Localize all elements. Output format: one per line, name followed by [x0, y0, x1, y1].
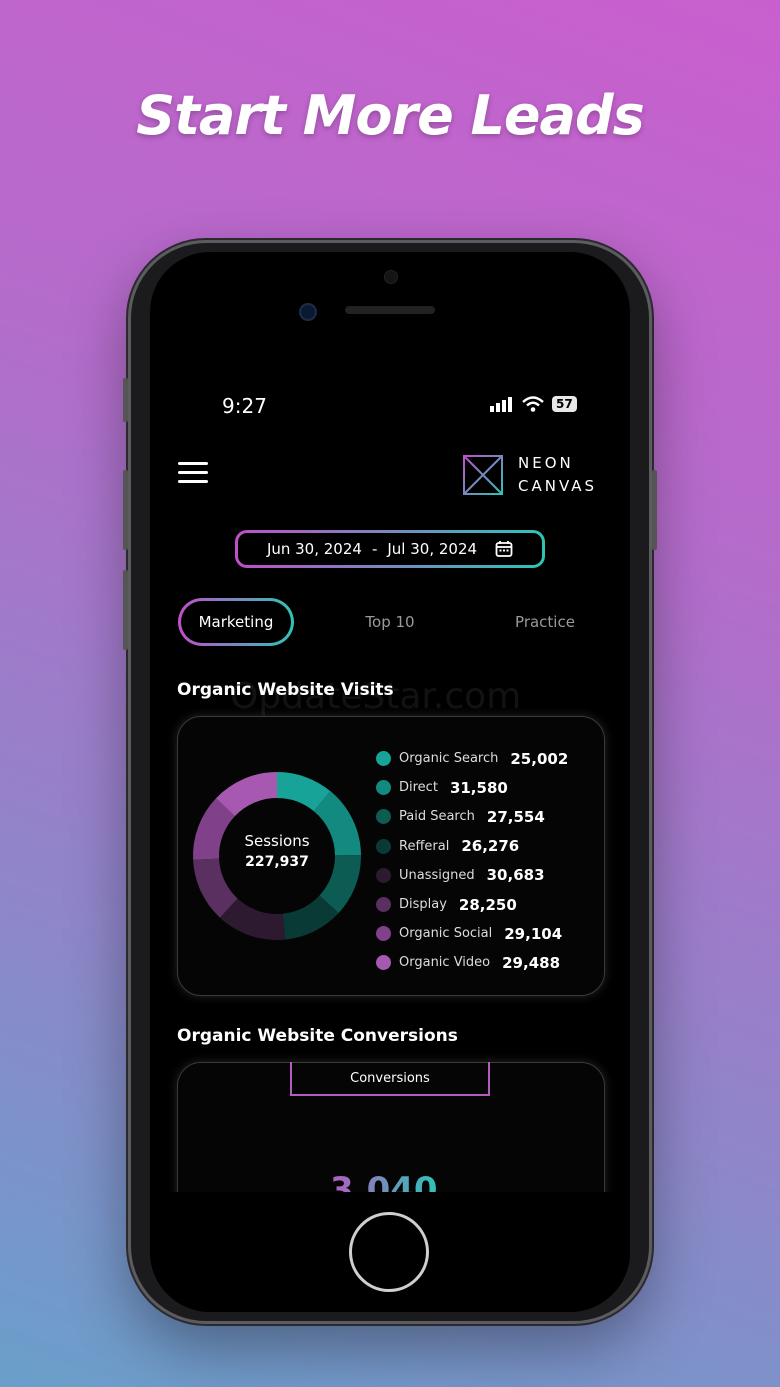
tab-practice[interactable]: Practice — [495, 598, 595, 646]
battery-icon: 57 — [552, 396, 577, 412]
proximity-sensor — [384, 270, 398, 284]
legend-item: Display 28,250 — [376, 890, 568, 919]
date-start: Jun 30, 2024 — [266, 540, 362, 558]
legend-value: 29,104 — [504, 924, 563, 943]
legend-dot — [376, 838, 391, 854]
sessions-total: 227,937 — [245, 854, 309, 870]
status-icons: 57 — [490, 396, 577, 412]
volume-up-button — [123, 470, 128, 550]
conversions-tab[interactable]: Conversions — [290, 1062, 490, 1096]
legend-label: Organic Video — [399, 955, 491, 971]
legend-item: Organic Search 25,002 — [376, 744, 568, 773]
legend-value: 29,488 — [502, 953, 561, 972]
legend-item: Direct 31,580 — [376, 773, 568, 802]
home-button[interactable] — [349, 1212, 429, 1292]
status-time: 9:27 — [222, 394, 267, 418]
tab-marketing[interactable]: Marketing — [178, 598, 294, 646]
mute-switch — [123, 378, 128, 422]
watermark: OpdateStar.com — [230, 676, 522, 717]
volume-down-button — [123, 570, 128, 650]
legend-value: 25,002 — [510, 749, 569, 768]
brand-line-1: NEON — [518, 454, 574, 472]
legend-label: Organic Search — [399, 751, 499, 767]
date-separator: - — [371, 540, 378, 558]
headline: Start More Leads — [136, 84, 645, 147]
legend-value: 31,580 — [449, 778, 508, 797]
earpiece-speaker — [345, 306, 435, 314]
legend-dot — [376, 867, 391, 883]
legend-item: Organic Video 29,488 — [376, 948, 568, 977]
legend-label: Refferal — [399, 838, 450, 854]
legend-item: Unassigned 30,683 — [376, 861, 568, 890]
legend-dot — [376, 809, 391, 825]
signal-icon — [490, 397, 512, 412]
legend-dot — [376, 751, 391, 767]
brand-logo: NEON CANVAS — [462, 452, 597, 498]
legend-label: Display — [399, 897, 447, 913]
legend-item: Refferal 26,276 — [376, 832, 568, 861]
hamburger-menu-icon[interactable] — [178, 462, 208, 484]
tab-top-10[interactable]: Top 10 — [340, 598, 440, 646]
date-range-picker[interactable]: Jun 30, 2024 - Jul 30, 2024 — [235, 530, 545, 568]
legend-value: 30,683 — [486, 866, 545, 885]
legend-value: 26,276 — [461, 837, 520, 856]
legend-label: Paid Search — [399, 809, 475, 825]
visits-legend: Organic Search 25,002 Direct 31,580 Paid S… — [376, 744, 568, 978]
legend-label: Organic Social — [399, 926, 493, 942]
legend-dot — [376, 780, 391, 796]
neon-canvas-logo-icon — [463, 455, 503, 495]
legend-dot — [376, 926, 391, 942]
conversions-section-title: Organic Website Conversions — [177, 1026, 458, 1046]
legend-dot — [376, 897, 391, 913]
calendar-icon — [495, 541, 513, 557]
legend-label: Direct — [399, 780, 438, 796]
brand-line-2: CANVAS — [518, 477, 598, 495]
legend-item: Organic Social 29,104 — [376, 919, 568, 948]
legend-item: Paid Search 27,554 — [376, 802, 568, 831]
wifi-icon — [522, 396, 544, 412]
legend-value: 28,250 — [458, 895, 517, 914]
power-button — [652, 470, 657, 550]
sessions-label: Sessions — [244, 832, 310, 850]
legend-label: Unassigned — [399, 867, 475, 883]
front-camera — [299, 303, 317, 321]
date-end: Jul 30, 2024 — [387, 540, 478, 558]
legend-value: 27,554 — [486, 807, 545, 826]
legend-dot — [376, 955, 391, 971]
donut-center: Sessions 227,937 — [222, 832, 332, 870]
